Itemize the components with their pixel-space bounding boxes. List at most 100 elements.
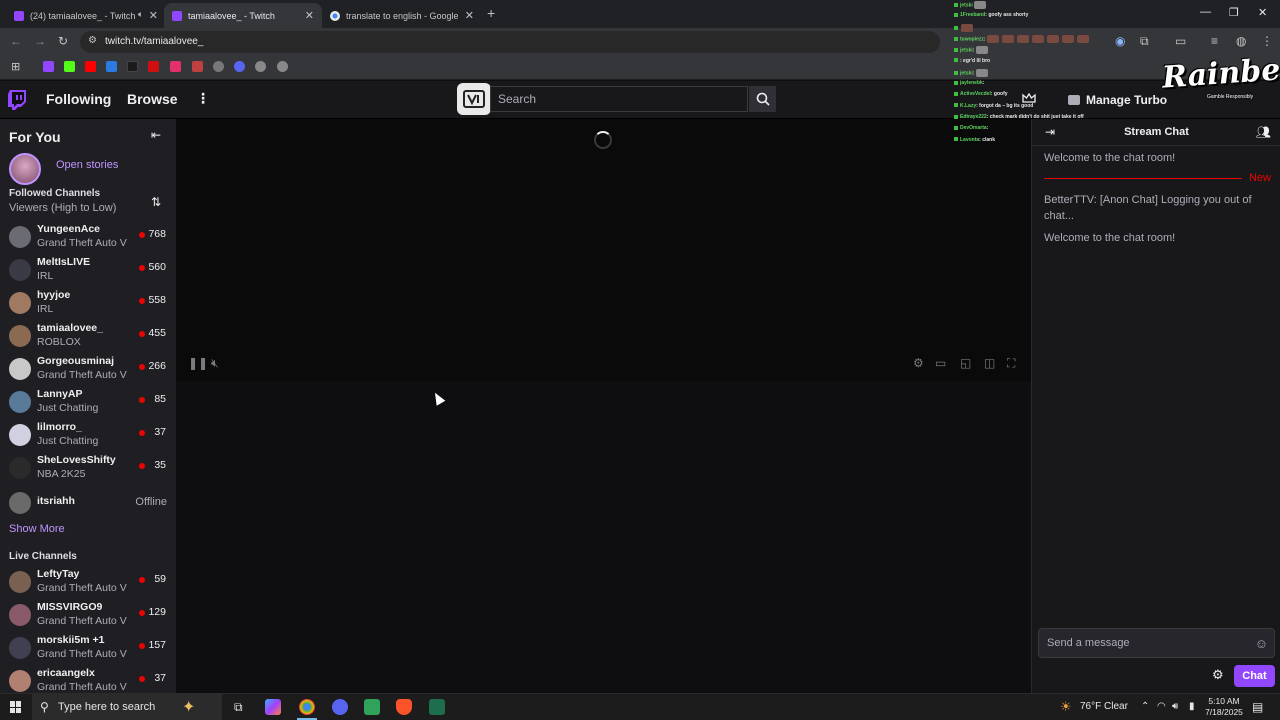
pause-icon[interactable]: ❚❚ xyxy=(188,356,208,370)
forward-icon[interactable]: → xyxy=(34,34,46,48)
volume-icon[interactable]: 🔊︎ xyxy=(1172,701,1178,712)
channel-item[interactable]: MeltIsLIVE IRL 560 xyxy=(0,253,176,286)
overlay-username: Edtrayx222 xyxy=(960,114,987,120)
taskbar-search[interactable]: ⚲ Type here to search ✦ xyxy=(32,694,222,720)
browser-tab-1[interactable]: (24) tamiaalovee_ - Twitch 🔈︎ ✕ xyxy=(6,3,166,28)
fullscreen-icon[interactable]: ⛶ xyxy=(1007,356,1015,371)
reading-list-icon[interactable]: ≡ xyxy=(1211,34,1218,48)
stories-avatar[interactable] xyxy=(9,153,41,185)
bookmark-discord-icon[interactable] xyxy=(234,61,245,72)
battery-icon[interactable]: ▮ xyxy=(1189,701,1195,712)
nav-following[interactable]: Following xyxy=(46,91,111,107)
search-button[interactable] xyxy=(749,86,776,112)
bookmark-kick-icon[interactable] xyxy=(64,61,75,72)
bookmark-shield-icon[interactable] xyxy=(106,61,117,72)
channel-avatar xyxy=(9,571,31,593)
reload-icon[interactable]: ↻ xyxy=(58,34,68,48)
twitch-logo-icon[interactable] xyxy=(8,90,26,110)
live-indicator-icon xyxy=(139,265,145,271)
discord-icon[interactable] xyxy=(332,699,348,715)
back-icon[interactable]: ← xyxy=(10,34,22,48)
close-tab-icon[interactable]: ✕ xyxy=(305,9,314,22)
channel-item[interactable]: lilmorro_ Just Chatting 37 xyxy=(0,418,176,451)
site-info-icon[interactable]: ⚙︎ xyxy=(88,35,97,46)
apps-grid-icon[interactable]: ⊞ xyxy=(11,60,20,73)
search-input[interactable] xyxy=(491,87,747,111)
video-player[interactable]: ❚❚ 🔇︎ ⚙︎ ▭ ◱ ◫ ⛶ xyxy=(176,119,1031,381)
overlay-message: : egr'd lil bro xyxy=(960,57,991,64)
open-stories-link[interactable]: Open stories xyxy=(56,159,118,171)
channel-item[interactable]: morskii5m +1 Grand Theft Auto V 157 xyxy=(0,631,176,664)
emote-picker-icon[interactable]: ☺ xyxy=(1255,636,1268,651)
chat-message-input[interactable] xyxy=(1039,629,1249,657)
channel-item[interactable]: LeftyTay Grand Theft Auto V 59 xyxy=(0,565,176,598)
extension-logo-icon[interactable] xyxy=(457,83,491,115)
close-tab-icon[interactable]: ✕ xyxy=(465,9,474,22)
channel-item[interactable]: tamiaalovee_ ROBLOX 455 xyxy=(0,319,176,352)
bookmark-globe-icon[interactable] xyxy=(255,61,266,72)
system-clock[interactable]: 5:10 AM 7/18/2025 xyxy=(1201,696,1247,718)
nav-browse[interactable]: Browse xyxy=(127,91,178,107)
community-users-icon[interactable]: 👥︎ xyxy=(1256,125,1271,139)
profile-avatar-icon[interactable]: ◍ xyxy=(1236,34,1246,48)
collapse-sidebar-icon[interactable]: ⇤ xyxy=(151,128,161,142)
omnibox[interactable]: ⚙︎ twitch.tv/tamiaalovee_ xyxy=(80,31,940,53)
clip-icon[interactable]: ◱ xyxy=(960,356,971,370)
live-indicator-icon xyxy=(139,463,145,469)
bookmark-youtube-icon[interactable] xyxy=(85,61,96,72)
channel-item[interactable]: hyyjoe IRL 558 xyxy=(0,286,176,319)
channel-item[interactable]: LannyAP Just Chatting 85 xyxy=(0,385,176,418)
search-field[interactable] xyxy=(490,86,748,112)
task-view-icon[interactable]: ⧉ xyxy=(234,700,243,715)
bookmark-instagram-icon[interactable] xyxy=(170,61,181,72)
restore-icon[interactable]: ❐ xyxy=(1229,6,1239,19)
chat-toggle-icon[interactable]: ◫ xyxy=(984,356,995,370)
badge-icon xyxy=(954,103,958,108)
chat-input-box[interactable]: ☺ xyxy=(1038,628,1275,658)
overlay-message: : xyxy=(983,36,986,43)
bookmark-twitch-icon[interactable] xyxy=(43,61,54,72)
channel-item[interactable]: Gorgeousminaj Grand Theft Auto V 266 xyxy=(0,352,176,385)
chrome-icon[interactable] xyxy=(299,699,315,715)
more-options-icon[interactable]: ⋮ xyxy=(196,90,210,107)
theatre-mode-icon[interactable]: ▭ xyxy=(935,356,946,370)
bookmark-tiktok-icon[interactable] xyxy=(127,61,138,72)
channel-game: NBA 2K25 xyxy=(37,468,86,480)
channel-item[interactable]: SheLovesShifty NBA 2K25 35 xyxy=(0,451,176,484)
wifi-icon[interactable]: ◠ xyxy=(1157,701,1166,712)
tray-chevron-icon[interactable]: ⌃ xyxy=(1141,701,1149,712)
close-window-icon[interactable]: ✕ xyxy=(1258,6,1267,19)
app-icon[interactable] xyxy=(364,699,380,715)
bookmark-red-icon[interactable] xyxy=(148,61,159,72)
channel-item[interactable]: MISSVIRGO9 Grand Theft Auto V 129 xyxy=(0,598,176,631)
emote-icon xyxy=(986,34,999,43)
channel-item[interactable]: YungeenAce Grand Theft Auto V 768 xyxy=(0,220,176,253)
weather-text[interactable]: 76°F Clear xyxy=(1080,701,1128,712)
bookmark-globe-icon[interactable] xyxy=(213,61,224,72)
loading-spinner xyxy=(594,131,612,149)
close-tab-icon[interactable]: ✕ xyxy=(149,9,158,22)
browser-menu-icon[interactable]: ⋮ xyxy=(1261,34,1273,48)
browser-tab-2[interactable]: tamiaalovee_ - Twitch ✕ xyxy=(164,3,322,28)
cast-icon[interactable]: ▭ xyxy=(1175,34,1186,48)
mute-icon[interactable]: 🔇︎ xyxy=(211,356,219,371)
bookmark-globe-icon[interactable] xyxy=(277,61,288,72)
channel-item[interactable]: ericaangelx Grand Theft Auto V 37 xyxy=(0,664,176,693)
sort-icon[interactable]: ⇅ xyxy=(151,195,161,209)
speaker-icon[interactable]: 🔈︎ xyxy=(138,9,143,20)
copilot-icon[interactable] xyxy=(265,699,281,715)
chat-settings-icon[interactable]: ⚙︎ xyxy=(1212,667,1224,683)
xbox-icon[interactable] xyxy=(429,699,445,715)
bookmark-mountain-icon[interactable] xyxy=(192,61,203,72)
show-more-link[interactable]: Show More xyxy=(9,523,65,535)
overlay-username: ActiveVecdel xyxy=(960,91,991,98)
windows-start-icon[interactable] xyxy=(10,701,22,713)
settings-gear-icon[interactable]: ⚙︎ xyxy=(913,356,924,370)
minimize-icon[interactable]: — xyxy=(1200,6,1211,18)
notifications-icon[interactable]: ▤ xyxy=(1252,700,1263,714)
brave-icon[interactable] xyxy=(396,699,412,715)
channel-item-offline[interactable]: itsriahh Offline xyxy=(0,486,176,519)
browser-tab-3[interactable]: translate to english - Google Se ✕ xyxy=(322,3,482,28)
chat-send-button[interactable]: Chat xyxy=(1234,665,1275,687)
new-tab-icon[interactable]: + xyxy=(487,5,495,21)
